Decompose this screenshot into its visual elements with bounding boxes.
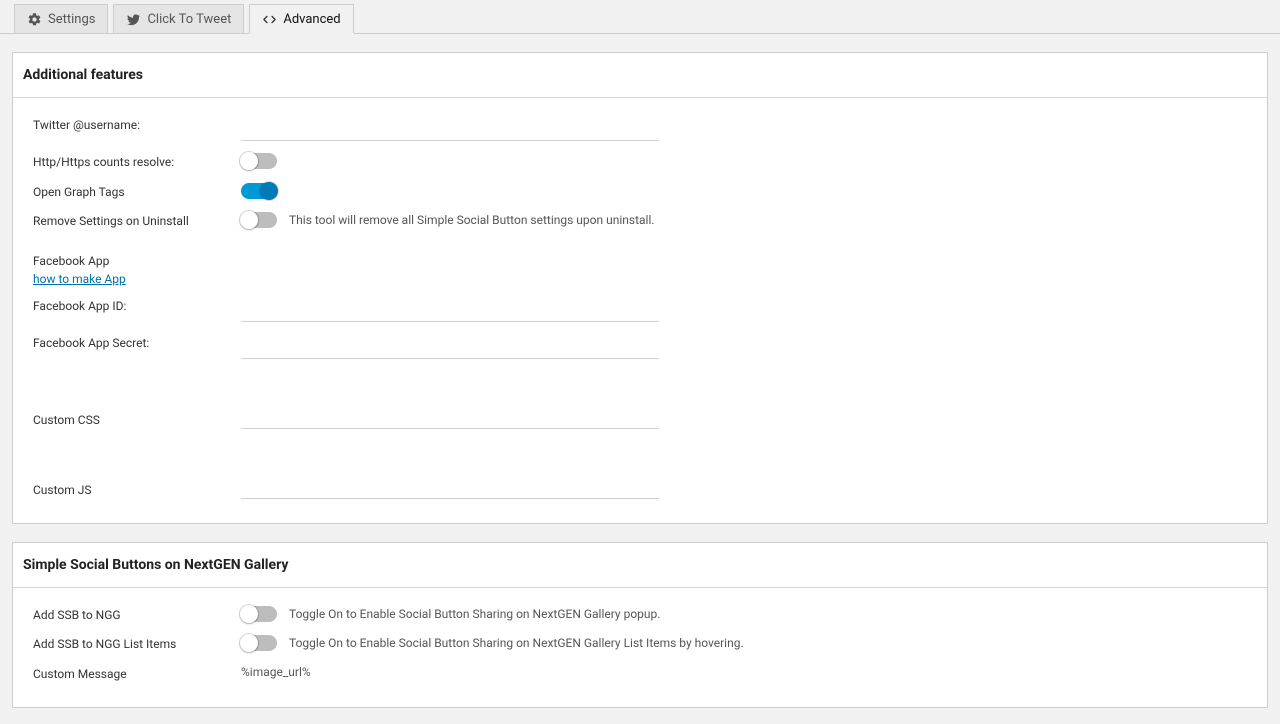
tab-settings-label: Settings (48, 12, 95, 27)
label-remove-on-uninstall: Remove Settings on Uninstall (33, 212, 241, 230)
label-fb-app-secret: Facebook App Secret: (33, 334, 241, 352)
panel-additional-features: Additional features Twitter @username: H… (12, 52, 1268, 524)
panel-ngg: Simple Social Buttons on NextGEN Gallery… (12, 542, 1268, 708)
desc-remove-on-uninstall: This tool will remove all Simple Social … (289, 213, 655, 227)
panel-ngg-title: Simple Social Buttons on NextGEN Gallery (13, 543, 1267, 588)
toggle-http-resolve[interactable] (241, 153, 277, 169)
input-fb-app-id[interactable] (241, 297, 659, 322)
desc-add-ssb-ngg-list: Toggle On to Enable Social Button Sharin… (289, 636, 744, 650)
toggle-open-graph[interactable] (241, 183, 277, 199)
gear-icon (27, 12, 42, 27)
twitter-icon (126, 12, 141, 27)
desc-add-ssb-ngg: Toggle On to Enable Social Button Sharin… (289, 607, 660, 621)
input-twitter-username[interactable] (241, 116, 659, 141)
tabs-bar: Settings Click To Tweet Advanced (0, 0, 1280, 34)
label-custom-js: Custom JS (33, 483, 241, 499)
link-how-to-make-app[interactable]: how to make App (33, 272, 126, 286)
tab-ctt-label: Click To Tweet (147, 12, 231, 27)
tab-settings[interactable]: Settings (14, 4, 108, 34)
label-custom-message: Custom Message (33, 665, 241, 683)
label-http-resolve: Http/Https counts resolve: (33, 153, 241, 171)
input-custom-js[interactable] (241, 441, 659, 499)
tab-advanced-label: Advanced (283, 12, 340, 27)
tab-advanced[interactable]: Advanced (249, 4, 353, 34)
toggle-remove-on-uninstall[interactable] (241, 212, 277, 228)
label-add-ssb-ngg-list: Add SSB to NGG List Items (33, 635, 241, 653)
toggle-add-ssb-ngg-list[interactable] (241, 635, 277, 651)
panel-additional-title: Additional features (13, 53, 1267, 98)
input-custom-css[interactable] (241, 371, 659, 429)
heading-facebook-app: Facebook App (33, 254, 1247, 268)
label-custom-css: Custom CSS (33, 413, 241, 429)
label-twitter-username: Twitter @username: (33, 116, 241, 134)
label-open-graph: Open Graph Tags (33, 183, 241, 201)
toggle-add-ssb-ngg[interactable] (241, 606, 277, 622)
code-icon (262, 12, 277, 27)
input-fb-app-secret[interactable] (241, 334, 659, 359)
value-custom-message: %image_url% (241, 665, 311, 679)
label-add-ssb-ngg: Add SSB to NGG (33, 606, 241, 624)
label-fb-app-id: Facebook App ID: (33, 297, 241, 315)
tab-click-to-tweet[interactable]: Click To Tweet (113, 4, 244, 34)
